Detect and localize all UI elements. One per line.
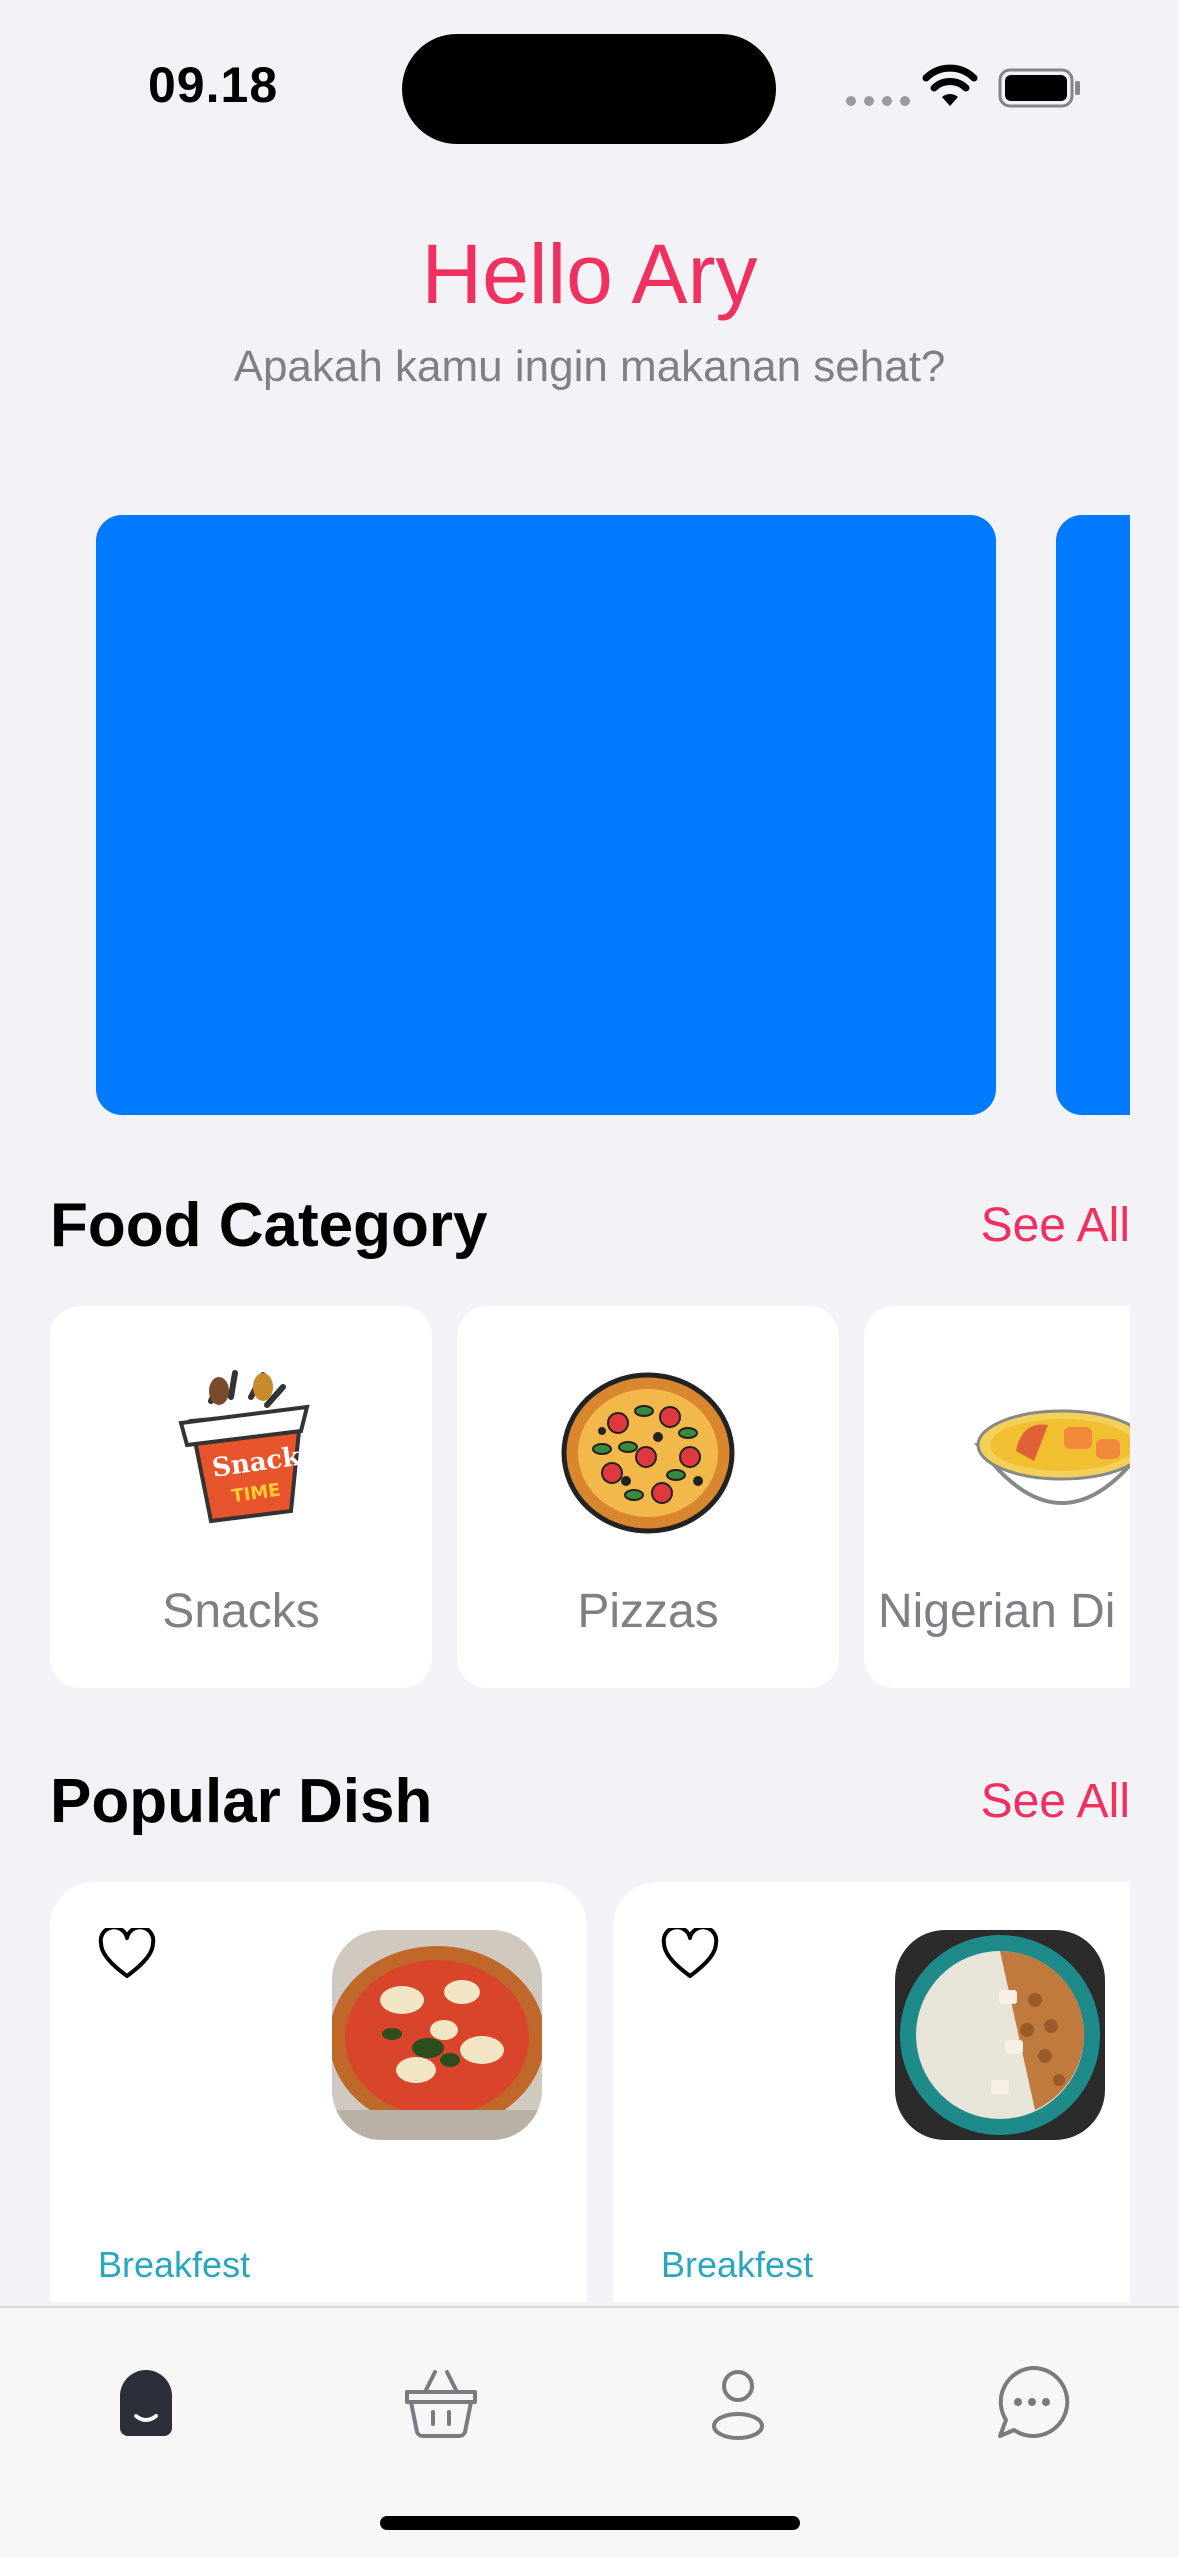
snack-time-icon: Snack TIME: [178, 1370, 310, 1524]
grain-bowl-photo: [895, 1930, 1105, 2140]
profile-icon[interactable]: [698, 2362, 778, 2442]
category-card-snacks[interactable]: Snack TIME Snacks: [50, 1306, 432, 1688]
dish-category-tag: Breakfest: [98, 2244, 251, 2285]
heart-outline-icon[interactable]: [661, 1928, 719, 1980]
basket-icon[interactable]: [401, 2362, 481, 2442]
popular-dish-title: Popular Dish: [50, 1767, 433, 1836]
chat-icon[interactable]: [992, 2362, 1072, 2442]
promo-banner-next[interactable]: [1056, 515, 1130, 1115]
home-indicator: [380, 2516, 800, 2530]
wifi-icon: [922, 64, 978, 106]
greeting-subtitle: Apakah kamu ingin makanan sehat?: [233, 342, 946, 391]
category-label: Pizzas: [577, 1585, 719, 1638]
pizza-icon: [561, 1372, 735, 1534]
category-card-pizzas[interactable]: Pizzas: [457, 1306, 839, 1688]
promo-banner[interactable]: [96, 515, 996, 1115]
dish-card[interactable]: Breakfest: [613, 1882, 1130, 2302]
home-icon[interactable]: [106, 2362, 186, 2442]
category-card-nigerian-dishes[interactable]: Nigerian Di: [864, 1306, 1130, 1688]
nigerian-dish-icon: [974, 1409, 1130, 1505]
heart-outline-icon[interactable]: [98, 1928, 156, 1980]
dish-category-tag: Breakfest: [661, 2244, 814, 2285]
dynamic-island: [402, 34, 776, 144]
dish-card[interactable]: Breakfest: [50, 1882, 587, 2302]
pizza-photo: [332, 1930, 542, 2140]
popular-dish-see-all-link[interactable]: See All: [981, 1774, 1130, 1829]
food-category-title: Food Category: [50, 1191, 488, 1260]
food-category-see-all-link[interactable]: See All: [981, 1198, 1130, 1253]
battery-icon: [998, 68, 1080, 108]
category-label: Nigerian Di: [878, 1585, 1116, 1638]
signal-dots-icon: [846, 96, 910, 106]
status-time: 09.18: [148, 57, 279, 113]
greeting-title: Hello Ary: [421, 227, 758, 321]
category-label: Snacks: [162, 1585, 320, 1638]
